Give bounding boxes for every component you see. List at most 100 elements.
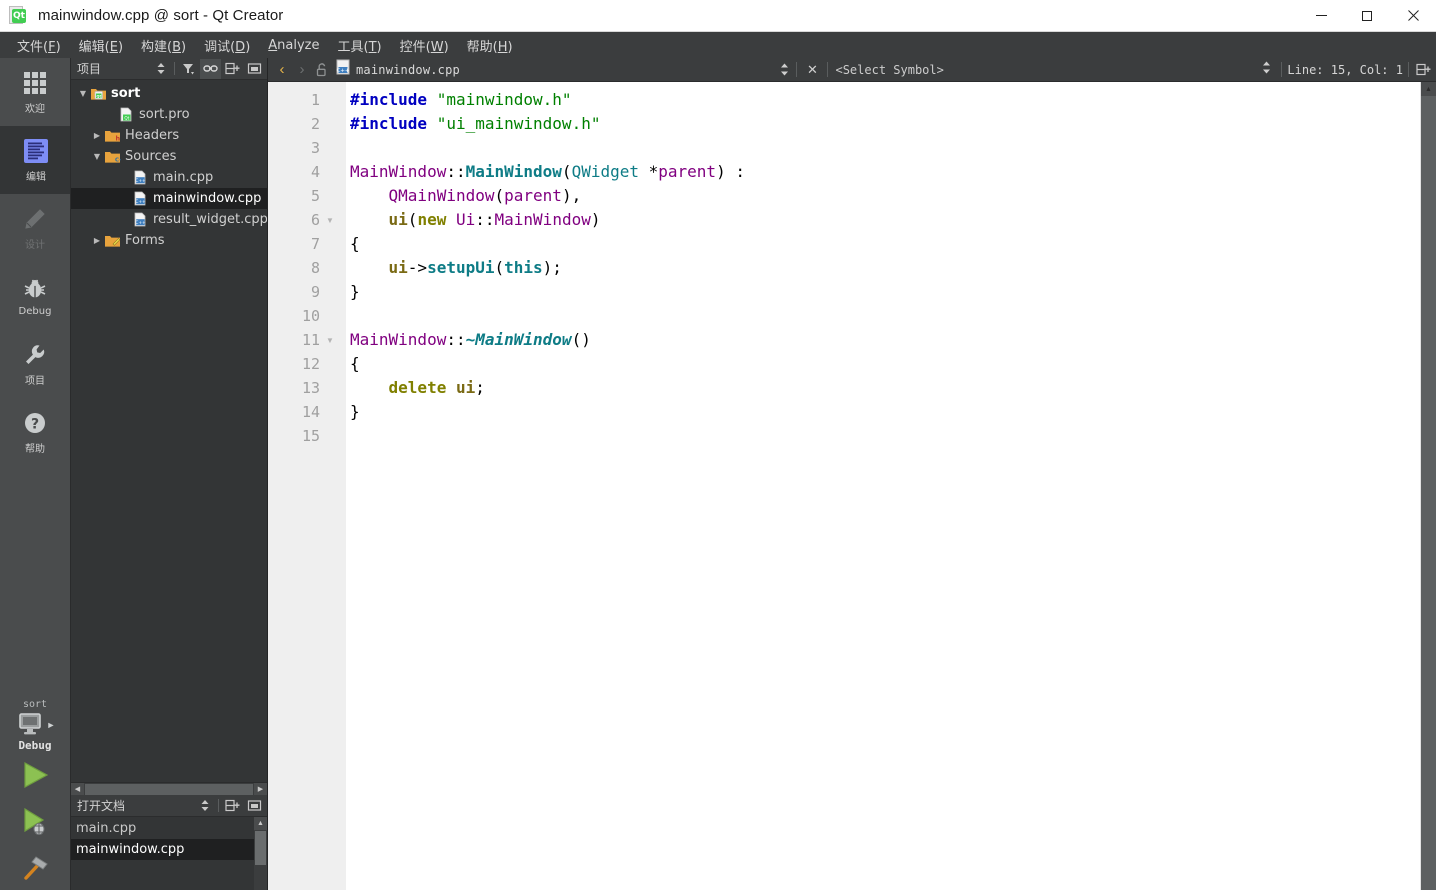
tree-item-label: Forms: [125, 233, 165, 248]
file-chooser-spinner[interactable]: [777, 62, 791, 77]
build-button[interactable]: [0, 844, 70, 890]
code-line[interactable]: }: [350, 280, 1420, 304]
hscroll-right-arrow[interactable]: ▶: [254, 782, 267, 796]
code-view[interactable]: 1 2 3 4 5 6 ▼ 7 8 9 10 11 ▼ 12 13 14 15 #include "mainwi…: [268, 82, 1436, 890]
code-token: "ui_mainwindow.h": [436, 114, 601, 133]
code-line[interactable]: #include "ui_mainwindow.h": [350, 112, 1420, 136]
mode-debug[interactable]: Debug: [0, 262, 70, 330]
menu-build[interactable]: 构建(B): [132, 33, 195, 58]
folder-h-icon: h: [104, 128, 121, 143]
code-token: QWidget: [571, 162, 639, 181]
fold-marker[interactable]: ▼: [320, 336, 340, 345]
code-line[interactable]: {: [350, 352, 1420, 376]
docs-scroll-up-arrow[interactable]: ▲: [254, 817, 267, 830]
code-line[interactable]: MainWindow::MainWindow(QWidget *parent) …: [350, 160, 1420, 184]
svg-text:C++: C++: [135, 178, 146, 184]
open-document-item[interactable]: mainwindow.cpp: [71, 839, 254, 860]
chevron-right-icon[interactable]: ▶: [90, 236, 104, 245]
code-line[interactable]: QMainWindow(parent),: [350, 184, 1420, 208]
opendocs-split-add-icon[interactable]: [222, 796, 243, 816]
tree-item-result-widget-cpp[interactable]: C++ result_widget.cpp: [71, 209, 267, 230]
chevron-right-icon[interactable]: ▶: [90, 131, 104, 140]
tree-item-sort[interactable]: ▼ Qt sort: [71, 83, 267, 104]
fold-marker[interactable]: ▼: [320, 216, 340, 225]
mode-edit[interactable]: 编辑: [0, 126, 70, 194]
filter-icon[interactable]: [178, 59, 199, 79]
mode-help[interactable]: ? 帮助: [0, 398, 70, 466]
close-panel-icon[interactable]: [244, 59, 265, 79]
mode-projects[interactable]: 项目: [0, 330, 70, 398]
code-token: ),: [561, 186, 582, 205]
help-icon: ?: [22, 410, 48, 436]
panel-chooser-icon[interactable]: [150, 59, 171, 79]
open-documents-list[interactable]: main.cpp mainwindow.cpp: [71, 817, 254, 890]
code-line[interactable]: MainWindow::~MainWindow(): [350, 328, 1420, 352]
split-add-icon[interactable]: [222, 59, 243, 79]
current-file-chip[interactable]: C++ mainwindow.cpp: [336, 59, 460, 80]
menu-analyze[interactable]: Analyze: [259, 35, 328, 56]
kit-selector[interactable]: sort ► Debug: [0, 693, 70, 752]
vscroll-up-arrow[interactable]: ▲: [1421, 82, 1436, 96]
editor-vertical-scrollbar[interactable]: ▲: [1420, 82, 1436, 890]
tree-item-forms[interactable]: ▶ Forms: [71, 230, 267, 251]
code-token: ::: [475, 210, 495, 229]
opendocs-chooser-icon[interactable]: [194, 796, 215, 816]
close-button[interactable]: [1390, 0, 1436, 32]
project-tree[interactable]: ▼ Qt sort Qt sort.pro ▶ h Headers ▼ C++ Sources C++…: [71, 80, 267, 782]
hscroll-left-arrow[interactable]: ◀: [71, 782, 84, 796]
code-line[interactable]: #include "mainwindow.h": [350, 88, 1420, 112]
code-line[interactable]: {: [350, 232, 1420, 256]
project-tree-hscrollbar[interactable]: ◀ ▶: [71, 782, 267, 796]
maximize-button[interactable]: [1344, 0, 1390, 32]
code-line[interactable]: }: [350, 400, 1420, 424]
code-line[interactable]: ui(new Ui::MainWindow): [350, 208, 1420, 232]
code-line[interactable]: delete ui;: [350, 376, 1420, 400]
opendocs-close-panel-icon[interactable]: [244, 796, 265, 816]
code-line[interactable]: [350, 304, 1420, 328]
navigate-forward-button[interactable]: ›: [292, 59, 312, 81]
cursor-position-label: Line: 15, Col: 1: [1287, 62, 1403, 77]
line-number: 9: [310, 283, 320, 301]
unlocked-icon[interactable]: [312, 59, 332, 81]
menu-tools[interactable]: 工具(T): [329, 33, 391, 58]
run-green-triangle-icon: [24, 761, 49, 789]
menu-window[interactable]: 控件(W): [391, 33, 458, 58]
menu-file[interactable]: 文件(F): [8, 33, 70, 58]
menu-help[interactable]: 帮助(H): [458, 33, 522, 58]
tree-item-label: sort: [111, 86, 141, 101]
debug-button[interactable]: [0, 798, 70, 844]
tree-item-sort-pro[interactable]: Qt sort.pro: [71, 104, 267, 125]
code-line[interactable]: [350, 424, 1420, 448]
run-button[interactable]: [0, 752, 70, 798]
code-text[interactable]: #include "mainwindow.h" #include "ui_main…: [346, 82, 1420, 890]
menu-debug[interactable]: 调试(D): [195, 33, 259, 58]
open-document-item[interactable]: main.cpp: [71, 818, 254, 839]
menu-edit[interactable]: 编辑(E): [70, 33, 132, 58]
code-line[interactable]: [350, 136, 1420, 160]
tree-item-mainwindow-cpp[interactable]: C++ mainwindow.cpp: [71, 188, 267, 209]
docs-scroll-thumb[interactable]: [255, 831, 266, 865]
tree-item-main-cpp[interactable]: C++ main.cpp: [71, 167, 267, 188]
window-title: mainwindow.cpp @ sort - Qt Creator: [38, 7, 284, 24]
code-token: }: [350, 402, 360, 421]
chevron-down-icon[interactable]: ▼: [76, 89, 90, 98]
code-token: "mainwindow.h": [436, 90, 572, 109]
tree-item-headers[interactable]: ▶ h Headers: [71, 125, 267, 146]
close-document-button[interactable]: ✕: [802, 59, 822, 81]
hscroll-thumb[interactable]: [85, 783, 253, 795]
tree-item-sources[interactable]: ▼ C++ Sources: [71, 146, 267, 167]
vscroll-trough[interactable]: [1421, 96, 1436, 890]
link-sync-icon[interactable]: [200, 58, 221, 79]
open-documents-scrollbar[interactable]: ▲: [254, 817, 267, 890]
code-token: (: [561, 162, 572, 181]
mode-welcome[interactable]: 欢迎: [0, 58, 70, 126]
symbol-spinner-icon[interactable]: [1261, 60, 1272, 80]
minimize-button[interactable]: [1298, 0, 1344, 32]
svg-text:C++: C++: [135, 199, 146, 205]
symbol-selector[interactable]: <Select Symbol>: [835, 63, 943, 77]
chevron-down-icon[interactable]: ▼: [90, 152, 104, 161]
code-line[interactable]: ui->setupUi(this);: [350, 256, 1420, 280]
navigate-back-button[interactable]: ‹: [272, 59, 292, 81]
split-editor-icon[interactable]: [1414, 59, 1434, 81]
